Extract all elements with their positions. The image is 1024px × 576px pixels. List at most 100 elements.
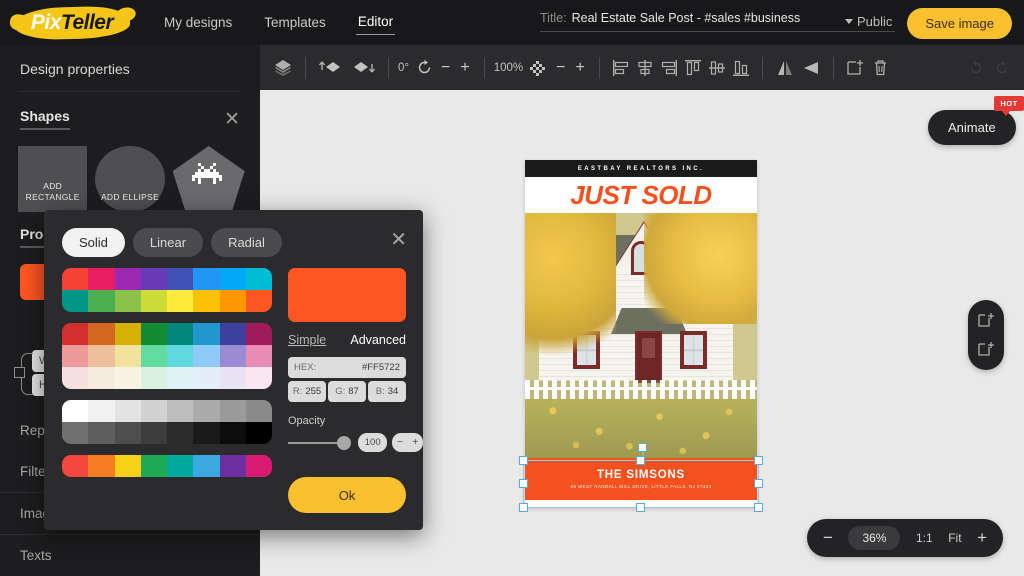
- more-shapes-button[interactable]: [172, 146, 245, 212]
- color-swatch[interactable]: [245, 455, 272, 477]
- zoom-fit-button[interactable]: Fit: [948, 531, 961, 545]
- color-swatch[interactable]: [62, 268, 89, 290]
- add-rectangle-button[interactable]: ADD RECTANGLE: [18, 146, 88, 212]
- nav-my-designs[interactable]: My designs: [162, 11, 234, 35]
- pixteller-logo[interactable]: PixTeller: [10, 3, 134, 43]
- close-icon[interactable]: ✕: [224, 110, 240, 129]
- color-swatch[interactable]: [88, 455, 115, 477]
- color-swatch[interactable]: [88, 345, 115, 367]
- color-swatch[interactable]: [62, 345, 89, 367]
- color-swatch[interactable]: [114, 455, 141, 477]
- checkerboard-icon[interactable]: [527, 55, 551, 81]
- align-middle-icon[interactable]: [705, 55, 729, 81]
- color-swatch[interactable]: [140, 400, 167, 422]
- color-swatch[interactable]: [245, 367, 272, 389]
- design-title-field[interactable]: Title: Real Estate Sale Post - #sales #b…: [540, 11, 895, 32]
- color-swatch[interactable]: [245, 345, 272, 367]
- color-swatch[interactable]: [140, 268, 167, 290]
- green-input[interactable]: G: 87: [328, 381, 366, 402]
- color-swatch[interactable]: [219, 345, 246, 367]
- color-swatch[interactable]: [88, 400, 115, 422]
- color-swatch[interactable]: [219, 455, 246, 477]
- color-swatch[interactable]: [62, 323, 89, 345]
- color-swatch[interactable]: [114, 268, 141, 290]
- picker-close-icon[interactable]: ✕: [390, 230, 407, 250]
- opacity-slider-knob[interactable]: [337, 435, 352, 450]
- save-image-button[interactable]: Save image: [907, 8, 1012, 39]
- color-swatch[interactable]: [219, 323, 246, 345]
- poster-company-bar[interactable]: EASTBAY REALTORS INC.: [525, 160, 757, 177]
- rotation-decrease[interactable]: −: [436, 59, 455, 77]
- resize-handle-top-center[interactable]: [636, 456, 645, 465]
- color-swatch[interactable]: [167, 323, 194, 345]
- color-swatch[interactable]: [219, 400, 246, 422]
- color-swatch[interactable]: [62, 290, 89, 312]
- color-swatch[interactable]: [219, 367, 246, 389]
- resize-handle-middle-right[interactable]: [754, 479, 763, 488]
- resize-handle-bottom-left[interactable]: [519, 503, 528, 512]
- add-page-icon[interactable]: [977, 311, 996, 330]
- color-swatch[interactable]: [167, 455, 194, 477]
- resize-handle-middle-left[interactable]: [519, 479, 528, 488]
- color-swatch[interactable]: [219, 290, 246, 312]
- zoom-actual-size-button[interactable]: 1:1: [916, 531, 933, 545]
- resize-handle-bottom-right[interactable]: [754, 503, 763, 512]
- nav-templates[interactable]: Templates: [262, 11, 328, 35]
- undo-icon[interactable]: [964, 55, 988, 81]
- hex-input[interactable]: HEX: #FF5722: [288, 357, 406, 378]
- color-swatch[interactable]: [167, 268, 194, 290]
- color-swatch[interactable]: [88, 290, 115, 312]
- align-bottom-icon[interactable]: [729, 55, 753, 81]
- color-swatch[interactable]: [219, 422, 246, 444]
- color-swatch[interactable]: [193, 290, 220, 312]
- poster-headline-area[interactable]: JUST SOLD: [525, 177, 757, 213]
- color-swatch[interactable]: [167, 290, 194, 312]
- mode-simple[interactable]: Simple: [288, 333, 326, 347]
- opacity-slider[interactable]: [288, 435, 352, 450]
- color-swatch[interactable]: [140, 367, 167, 389]
- zoom-percentage[interactable]: 36%: [848, 526, 901, 550]
- color-swatch[interactable]: [114, 323, 141, 345]
- align-right-icon[interactable]: [657, 55, 681, 81]
- opacity-increase[interactable]: +: [412, 437, 418, 448]
- color-swatch[interactable]: [88, 268, 115, 290]
- color-swatch[interactable]: [193, 323, 220, 345]
- zoom-in-button[interactable]: +: [977, 528, 987, 548]
- color-swatch[interactable]: [219, 268, 246, 290]
- color-swatch[interactable]: [140, 422, 167, 444]
- opacity-input[interactable]: 100: [358, 433, 388, 452]
- zoom-out-button[interactable]: −: [823, 528, 833, 548]
- resize-handle-top-right[interactable]: [754, 456, 763, 465]
- blue-input[interactable]: B: 34: [368, 381, 406, 402]
- color-swatch[interactable]: [167, 367, 194, 389]
- color-swatch[interactable]: [167, 422, 194, 444]
- flip-horizontal-icon[interactable]: [772, 55, 798, 81]
- color-swatch[interactable]: [114, 290, 141, 312]
- layers-icon[interactable]: [270, 55, 296, 81]
- resize-handle-top-left[interactable]: [519, 456, 528, 465]
- color-swatch[interactable]: [167, 345, 194, 367]
- duplicate-page-icon[interactable]: [977, 340, 996, 359]
- color-swatch[interactable]: [88, 367, 115, 389]
- color-swatch[interactable]: [193, 400, 220, 422]
- mode-advanced[interactable]: Advanced: [350, 333, 406, 347]
- color-swatch[interactable]: [114, 367, 141, 389]
- title-value[interactable]: Real Estate Sale Post - #sales #business: [572, 11, 801, 25]
- ok-button[interactable]: Ok: [288, 477, 406, 513]
- align-top-icon[interactable]: [681, 55, 705, 81]
- color-swatch[interactable]: [193, 268, 220, 290]
- color-swatch[interactable]: [245, 290, 272, 312]
- redo-icon[interactable]: [990, 55, 1014, 81]
- color-swatch[interactable]: [245, 323, 272, 345]
- rotation-handle[interactable]: [638, 443, 647, 452]
- color-swatch[interactable]: [193, 367, 220, 389]
- red-input[interactable]: R: 255: [288, 381, 326, 402]
- duplicate-icon[interactable]: [843, 55, 868, 81]
- color-swatch[interactable]: [62, 455, 89, 477]
- color-swatch[interactable]: [245, 400, 272, 422]
- color-swatch[interactable]: [245, 422, 272, 444]
- color-swatch[interactable]: [167, 400, 194, 422]
- rotation-increase[interactable]: +: [455, 59, 474, 77]
- color-swatch[interactable]: [193, 422, 220, 444]
- nav-editor[interactable]: Editor: [355, 10, 396, 35]
